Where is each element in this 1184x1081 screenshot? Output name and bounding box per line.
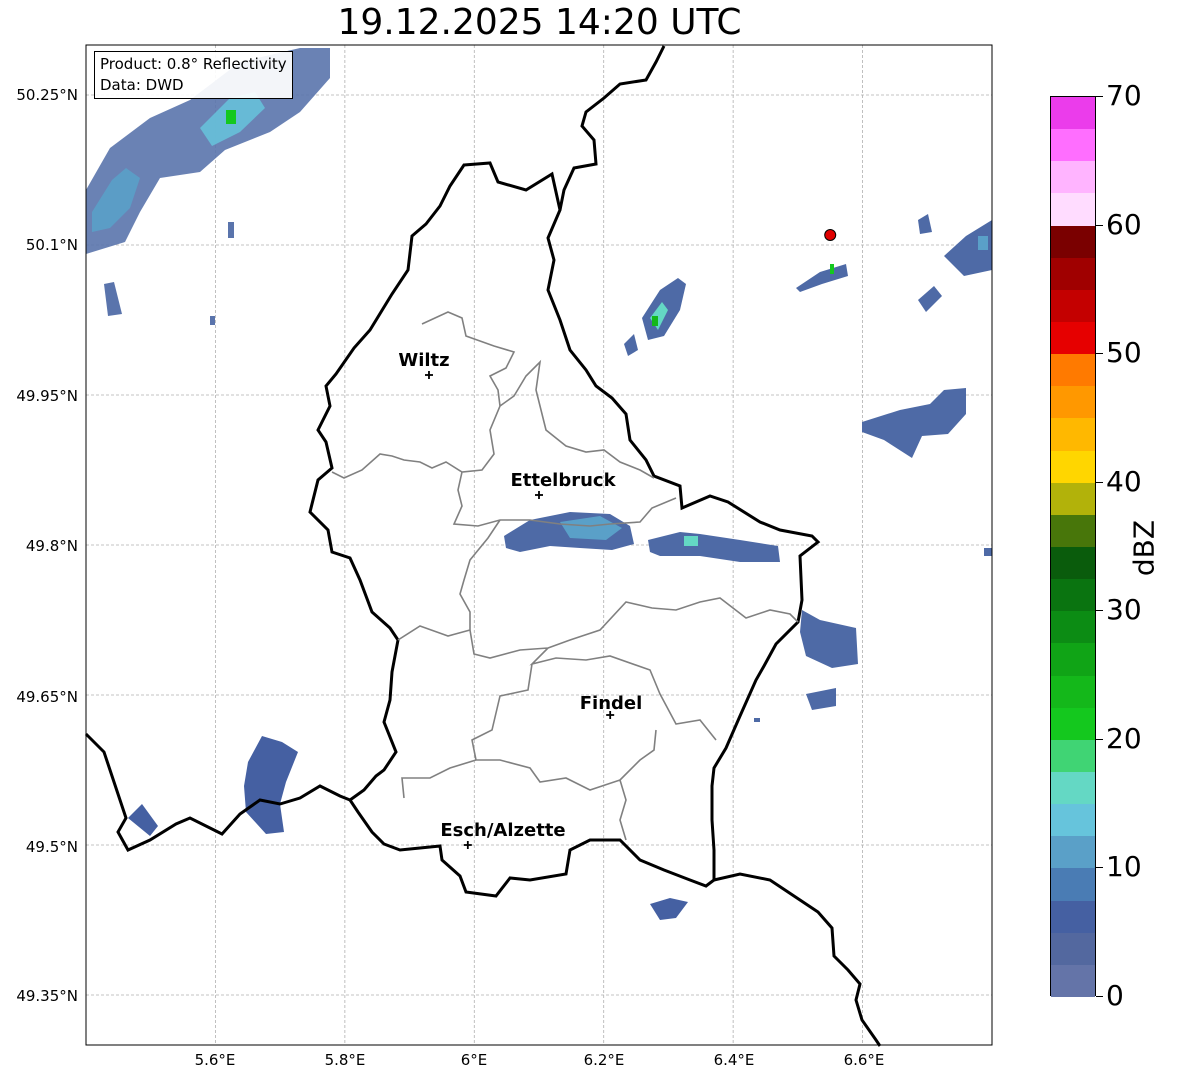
colorbar-segment [1051,354,1095,387]
lat-label: 50.1°N [25,236,78,254]
echo-east-band [648,532,780,562]
colorbar-segment [1051,900,1095,934]
echo-nw-small [104,282,122,316]
colorbar-segment [1051,418,1095,452]
colorbar-segment [1051,257,1095,291]
colorbar [1050,96,1096,998]
lat-label: 50.25°N [16,86,78,104]
echo-far-east4 [918,214,932,234]
colorbar-tick [1096,224,1103,226]
france-germany-border [713,872,882,1047]
colorbar-tick [1096,353,1103,355]
echo-nw-dot [228,222,234,238]
echo-ne-cell-green [652,316,658,326]
colorbar-segment [1051,804,1095,837]
lon-label: 5.6°E [194,1051,236,1069]
colorbar-segment [1051,932,1095,966]
lat-label: 49.35°N [16,987,78,1005]
echo-ne-cell-tail [624,334,638,356]
echo-south-cell [650,898,688,920]
colorbar-tick-label: 10 [1106,850,1142,884]
colorbar-tick-label: 50 [1106,336,1142,370]
colorbar-segment [1051,579,1095,612]
colorbar-tick [1096,96,1103,97]
product-label: Product: 0.8° Reflectivity [100,55,287,73]
lat-label: 49.5°N [25,838,78,856]
colorbar-tick [1096,996,1103,997]
belgium-france-border [84,732,351,852]
radar-map [84,44,993,1047]
germany-border-north [558,45,666,211]
echo-nw-dot2 [210,316,215,325]
echo-sw-cell2 [128,804,158,836]
colorbar-segment [1051,161,1095,194]
colorbar-tick-label: 30 [1106,593,1142,627]
colorbar-segment [1051,514,1095,548]
lat-label: 49.8°N [25,537,78,555]
colorbar-segment [1051,225,1095,259]
echo-moselle-east2 [806,688,836,710]
colorbar-tick [1096,481,1103,483]
echo-far-east-core [978,236,988,250]
colorbar-tick-label: 70 [1106,79,1142,112]
colorbar-tick-label: 60 [1106,207,1142,241]
colorbar-tick-label: 0 [1106,979,1124,1012]
echo-south-dot [754,718,760,722]
lon-label: 6.6°E [843,1051,885,1069]
city-label-findel: Findel [579,693,643,714]
colorbar-segment [1051,450,1095,484]
colorbar-segment [1051,964,1095,998]
echo-sw-cell [244,736,298,834]
colorbar-segment [1051,482,1095,516]
echo-moselle-east [800,610,858,668]
colorbar-segment [1051,129,1095,162]
lat-label: 49.95°N [16,387,78,405]
colorbar-segment [1051,97,1095,130]
colorbar-segment [1051,386,1095,419]
echo-east-core [684,536,698,546]
lon-label: 6°E [460,1051,488,1069]
city-label-wiltz: Wiltz [398,350,450,371]
data-source-label: Data: DWD [100,76,184,94]
colorbar-segment [1051,643,1095,677]
radar-site-marker [824,229,837,241]
colorbar-segment [1051,611,1095,644]
lon-label: 6.4°E [713,1051,755,1069]
lon-label: 6.2°E [583,1051,625,1069]
colorbar-segment [1051,322,1095,355]
echo-radar-near-core [830,264,834,274]
colorbar-tick-label: 40 [1106,464,1142,498]
colorbar-segment [1051,675,1095,709]
colorbar-segment [1051,868,1095,902]
colorbar-segment [1051,193,1095,227]
city-label-ettelbruck: Ettelbruck [510,470,616,491]
lon-label: 5.8°E [324,1051,366,1069]
colorbar-segment [1051,836,1095,869]
echo-far-east [862,388,966,458]
echo-nw-green [226,110,236,124]
city-markers [424,371,615,849]
canton-boundaries [331,311,799,841]
info-box: Product: 0.8° Reflectivity Data: DWD [94,51,293,99]
colorbar-title: dBZ [1127,519,1161,577]
colorbar-segment [1051,547,1095,580]
colorbar-tick-label: 20 [1106,721,1142,755]
colorbar-segment [1051,289,1095,323]
echo-radar-near [796,264,848,292]
colorbar-tick [1096,738,1103,740]
colorbar-tick [1096,610,1103,612]
colorbar-segment [1051,707,1095,741]
colorbar-segment [1051,772,1095,805]
echo-right-edge [984,548,992,556]
city-label-esch-alzette: Esch/Alzette [440,820,566,841]
echo-far-east2 [918,286,942,312]
lat-label: 49.65°N [16,688,78,706]
colorbar-tick [1096,867,1103,869]
colorbar-segment [1051,739,1095,773]
